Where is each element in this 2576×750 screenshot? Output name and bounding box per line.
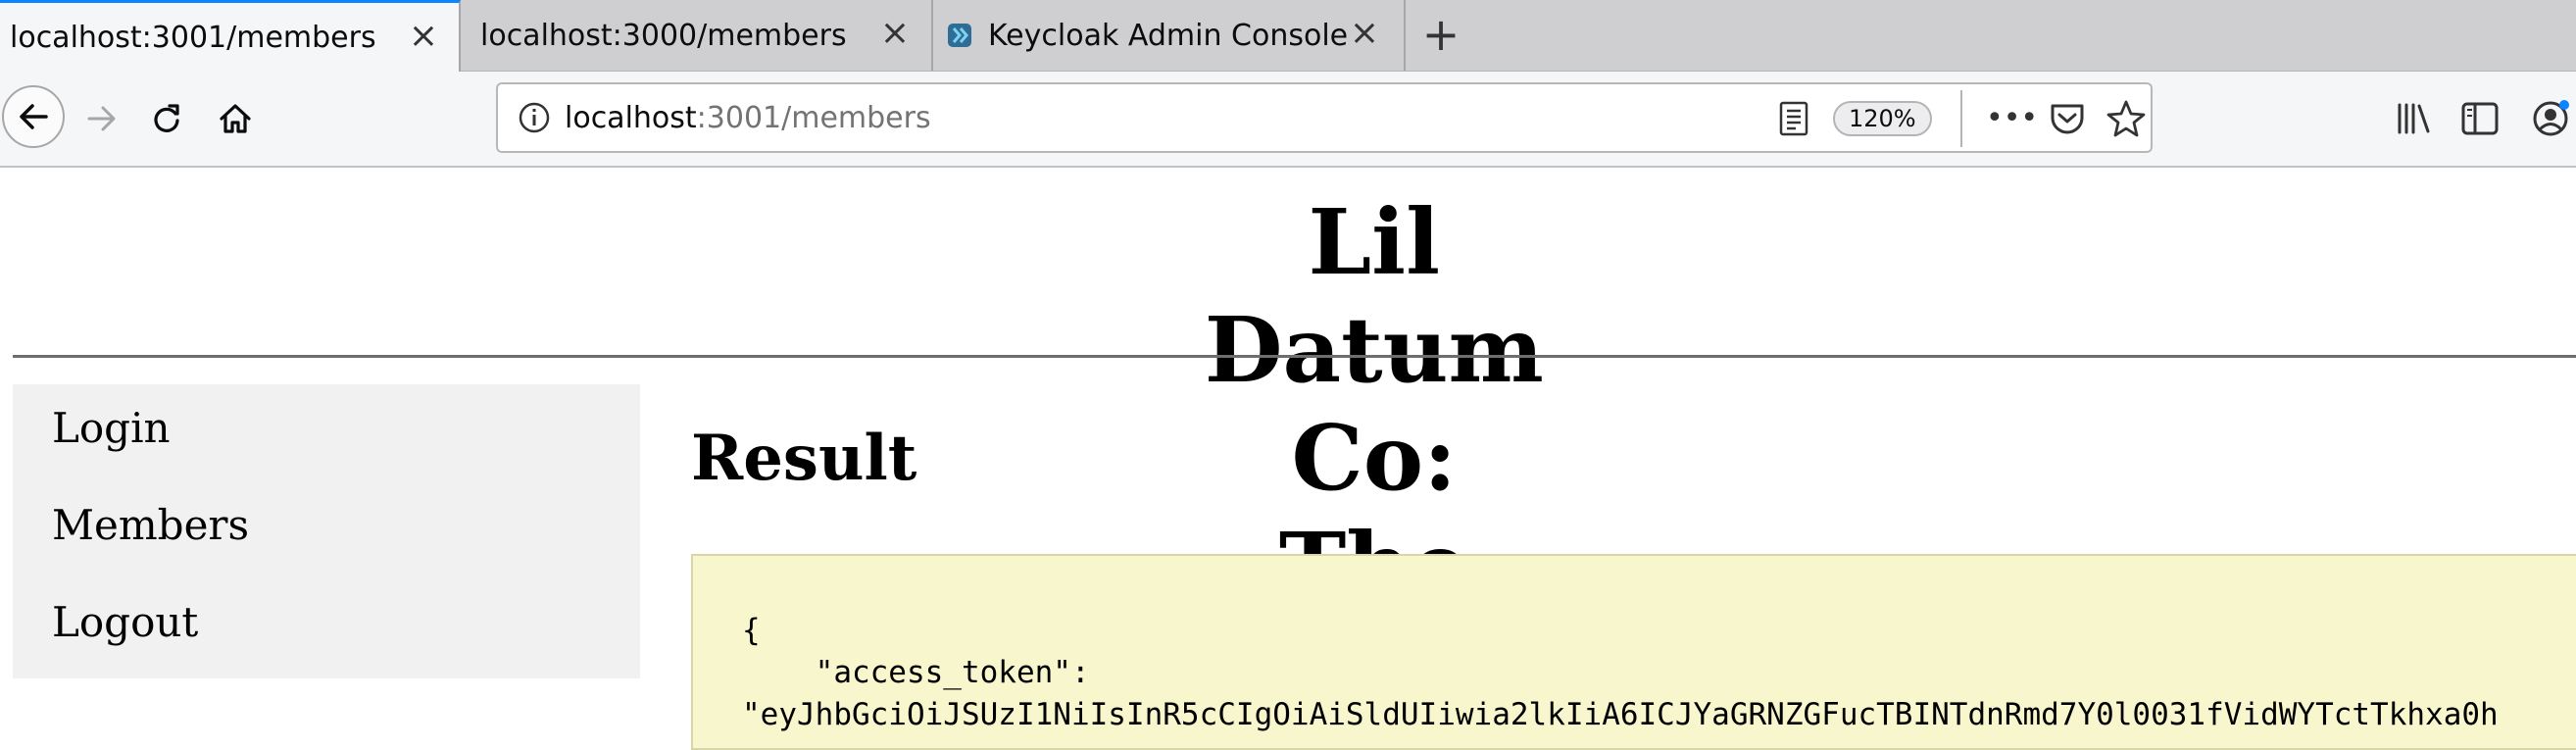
back-button[interactable]: [2, 85, 65, 148]
forward-arrow-icon: [87, 106, 116, 131]
url-host: localhost: [565, 101, 697, 135]
nav-link-members[interactable]: Members: [52, 501, 249, 550]
code-line: {: [742, 613, 761, 648]
nav-link-login[interactable]: Login: [52, 404, 171, 453]
home-icon: [220, 104, 251, 133]
site-info-icon[interactable]: [518, 101, 551, 134]
header-divider: [13, 355, 2576, 358]
reload-icon: [154, 104, 179, 132]
bookmark-star-icon[interactable]: [2105, 98, 2147, 139]
tab-strip: localhost:3001/members × localhost:3000/…: [0, 0, 2576, 72]
close-tab-icon[interactable]: ×: [875, 14, 915, 53]
code-line: "access_token":: [742, 655, 1090, 690]
url-path: :3001/members: [696, 101, 931, 135]
nav-link-logout[interactable]: Logout: [52, 598, 198, 647]
close-tab-icon[interactable]: ×: [1345, 14, 1384, 53]
navigation-toolbar: localhost:3001/members 120% •••: [0, 72, 2576, 168]
code-line: "eyJhbGciOiJSUzI1NiIsInR5cCIgOiAiSldUIiw…: [742, 697, 2499, 732]
sidebar-nav: Login Members Logout: [13, 384, 640, 678]
url-text[interactable]: localhost:3001/members: [565, 101, 931, 136]
result-json: { "access_token": "eyJhbGciOiJSUzI1NiIsI…: [742, 610, 2499, 736]
reload-button[interactable]: [139, 91, 194, 146]
forward-button[interactable]: [74, 91, 129, 146]
close-tab-icon[interactable]: ×: [404, 17, 443, 56]
tab-title: localhost:3001/members: [10, 20, 376, 55]
firefox-account-icon[interactable]: [2529, 97, 2572, 140]
page-actions-more-icon[interactable]: •••: [1986, 100, 2038, 137]
reader-view-icon[interactable]: [1776, 100, 1811, 137]
library-icon[interactable]: [2392, 97, 2435, 140]
back-arrow-icon: [20, 104, 48, 129]
tab-localhost-3000[interactable]: localhost:3000/members ×: [461, 0, 933, 71]
tab-title: Keycloak Admin Console: [988, 18, 1349, 53]
sidebar-toggle-icon[interactable]: [2458, 97, 2502, 140]
keycloak-icon: [945, 21, 974, 50]
result-code-block: { "access_token": "eyJhbGciOiJSUzI1NiIsI…: [691, 554, 2576, 750]
tab-title: localhost:3000/members: [480, 18, 847, 53]
url-bar-divider: [1960, 90, 1962, 147]
zoom-level-button[interactable]: 120%: [1833, 101, 1932, 136]
new-tab-button[interactable]: +: [1416, 10, 1465, 59]
url-bar[interactable]: localhost:3001/members 120% •••: [496, 82, 2153, 153]
tab-keycloak[interactable]: Keycloak Admin Console ×: [933, 0, 1406, 71]
result-heading: Result: [691, 422, 917, 495]
pocket-icon[interactable]: [2047, 98, 2088, 139]
tab-localhost-3001[interactable]: localhost:3001/members ×: [0, 0, 461, 72]
home-button[interactable]: [208, 91, 263, 146]
